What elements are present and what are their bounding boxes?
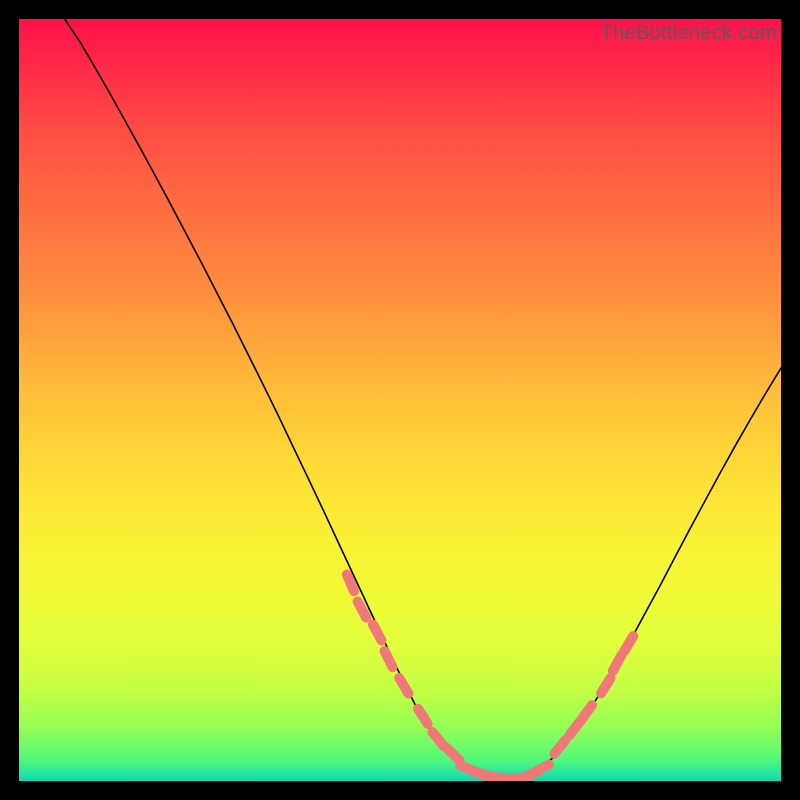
chart-frame: TheBottleneck.com — [19, 19, 781, 781]
curve-markers-bottom — [460, 765, 549, 779]
curve-marker — [554, 740, 565, 754]
curve-marker — [418, 709, 428, 724]
curve-markers-left — [347, 575, 460, 761]
curve-markers-right — [554, 636, 633, 754]
curve-marker — [373, 625, 382, 641]
v-curve-line — [65, 19, 781, 780]
watermark-text: TheBottleneck.com — [601, 22, 777, 45]
curve-marker — [358, 602, 367, 618]
curve-marker — [613, 655, 622, 671]
curve-marker — [385, 651, 393, 667]
curve-marker — [447, 748, 460, 761]
curve-marker — [624, 636, 633, 652]
curve-marker — [533, 765, 549, 773]
curve-marker — [433, 732, 444, 746]
curve-marker — [581, 705, 592, 720]
curve-marker — [399, 678, 408, 694]
bottleneck-curve — [19, 19, 781, 781]
curve-marker — [601, 678, 611, 693]
curve-marker — [347, 575, 354, 592]
